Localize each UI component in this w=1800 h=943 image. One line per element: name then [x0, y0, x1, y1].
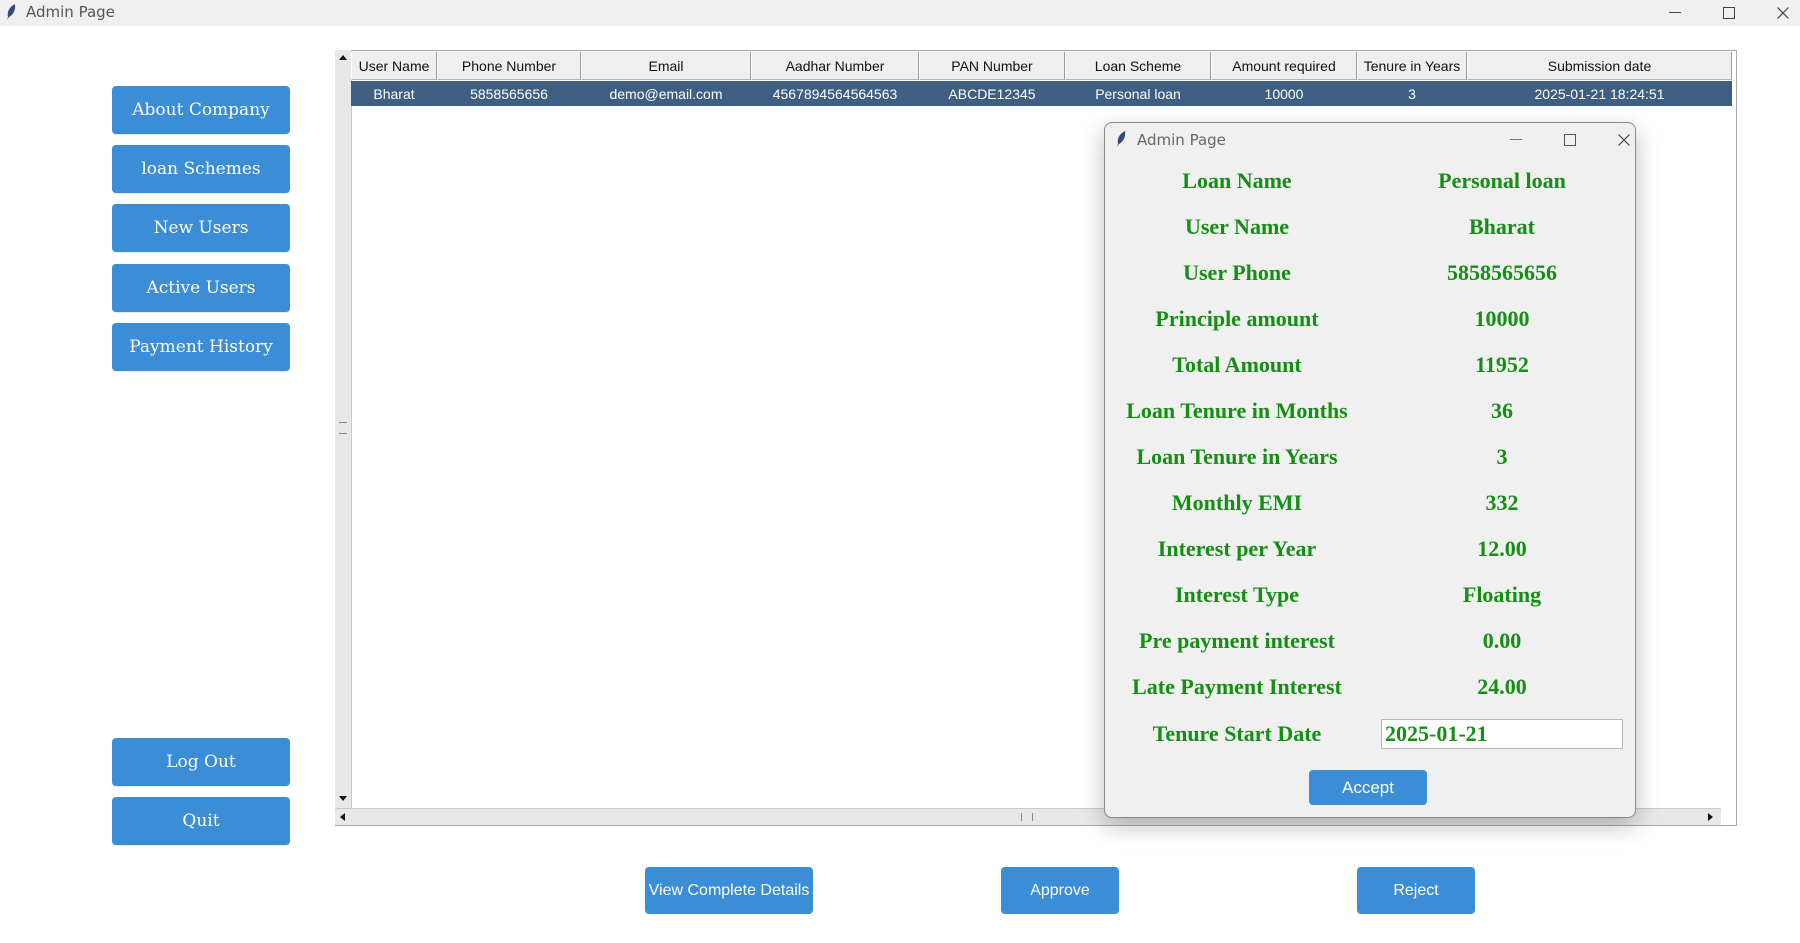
detail-row-tenure-months: Loan Tenure in Months 36 — [1105, 391, 1635, 431]
close-button[interactable] — [1758, 0, 1800, 26]
column-header[interactable]: Email — [581, 52, 751, 80]
detail-label: Total Amount — [1172, 352, 1302, 377]
scroll-left-icon[interactable] — [335, 809, 351, 825]
detail-label: Late Payment Interest — [1132, 674, 1342, 699]
table-cell: ABCDE12345 — [948, 85, 1036, 102]
detail-label: Pre payment interest — [1139, 628, 1335, 653]
table-cell: 3 — [1408, 85, 1416, 102]
maximize-button[interactable] — [1704, 0, 1754, 26]
dialog-title: Admin Page — [1137, 131, 1226, 149]
detail-label: Principle amount — [1155, 306, 1319, 331]
maximize-icon — [1723, 7, 1735, 19]
detail-value: 5858565656 — [1447, 260, 1557, 285]
reject-button[interactable]: Reject — [1357, 867, 1475, 914]
minimize-icon — [1510, 139, 1522, 140]
logout-button[interactable]: Log Out — [112, 738, 290, 786]
table-cell: Personal loan — [1095, 85, 1181, 102]
table-cell: 2025-01-21 18:24:51 — [1534, 85, 1665, 102]
scroll-up-icon[interactable] — [335, 50, 351, 66]
detail-value: Floating — [1462, 582, 1542, 607]
column-header[interactable]: Loan Scheme — [1065, 52, 1211, 80]
detail-value: Bharat — [1469, 214, 1535, 239]
detail-row-user-name: User Name Bharat — [1105, 207, 1635, 247]
approve-button[interactable]: Approve — [1001, 867, 1119, 914]
detail-value: 3 — [1496, 444, 1508, 469]
detail-value: 0.00 — [1482, 628, 1522, 653]
column-header[interactable]: Amount required — [1211, 52, 1357, 80]
accept-button[interactable]: Accept — [1309, 770, 1427, 805]
detail-label: Interest per Year — [1157, 536, 1317, 561]
table-header: User Name Phone Number Email Aadhar Numb… — [351, 52, 1732, 80]
close-icon — [1777, 7, 1789, 19]
sidebar-item-new-users[interactable]: New Users — [112, 204, 290, 252]
scroll-grip[interactable] — [339, 422, 347, 434]
scroll-right-icon[interactable] — [1704, 809, 1720, 825]
minimize-button[interactable] — [1650, 0, 1700, 26]
sidebar-item-loan-schemes[interactable]: loan Schemes — [112, 145, 290, 193]
dialog-close-button[interactable] — [1604, 127, 1644, 153]
table-cell: 4567894564564563 — [772, 85, 898, 102]
column-header[interactable]: Submission date — [1467, 52, 1732, 80]
dialog-maximize-button[interactable] — [1550, 127, 1590, 153]
detail-row-late-payment-interest: Late Payment Interest 24.00 — [1105, 667, 1635, 707]
detail-label: Loan Name — [1182, 168, 1292, 193]
sidebar-item-about-company[interactable]: About Company — [112, 86, 290, 134]
detail-row-monthly-emi: Monthly EMI 332 — [1105, 483, 1635, 523]
quit-button[interactable]: Quit — [112, 797, 290, 845]
detail-label: Interest Type — [1174, 582, 1300, 607]
tenure-start-date-label: Tenure Start Date — [1152, 721, 1322, 746]
minimize-icon — [1669, 12, 1681, 13]
view-complete-details-button[interactable]: View Complete Details — [645, 867, 813, 914]
detail-row-user-phone: User Phone 5858565656 — [1105, 253, 1635, 293]
detail-value: 11952 — [1475, 352, 1529, 377]
scroll-grip[interactable] — [1021, 813, 1033, 821]
sidebar-item-payment-history[interactable]: Payment History — [112, 323, 290, 371]
detail-label: Loan Tenure in Years — [1136, 444, 1338, 469]
detail-value: 332 — [1485, 490, 1519, 515]
detail-label: Monthly EMI — [1171, 490, 1303, 515]
sidebar-item-active-users[interactable]: Active Users — [112, 264, 290, 312]
column-header[interactable]: PAN Number — [919, 52, 1065, 80]
vertical-scrollbar[interactable] — [335, 50, 352, 808]
table-cell: demo@email.com — [609, 85, 723, 102]
detail-row-interest-per-year: Interest per Year 12.00 — [1105, 529, 1635, 569]
detail-value: 12.00 — [1477, 536, 1527, 561]
detail-row-loan-name: Loan Name Personal loan — [1105, 161, 1635, 201]
table-row[interactable]: Bharat 5858565656 demo@email.com 4567894… — [351, 81, 1732, 106]
feather-icon — [5, 3, 17, 25]
scroll-down-icon[interactable] — [335, 792, 351, 808]
table-cell: 10000 — [1264, 85, 1304, 102]
maximize-icon — [1564, 134, 1576, 146]
table-cell: Bharat — [373, 85, 415, 102]
detail-row-prepayment-interest: Pre payment interest 0.00 — [1105, 621, 1635, 661]
detail-label: Loan Tenure in Months — [1126, 398, 1348, 423]
detail-value: 24.00 — [1477, 674, 1527, 699]
dialog-minimize-button[interactable] — [1496, 127, 1536, 153]
dialog-title-bar: Admin Page — [1105, 123, 1635, 157]
detail-value: 10000 — [1474, 306, 1530, 331]
detail-value: Personal loan — [1438, 168, 1566, 193]
window-title: Admin Page — [26, 3, 115, 21]
detail-value: 36 — [1491, 398, 1513, 423]
title-bar: Admin Page — [0, 0, 1800, 26]
detail-row-tenure-years: Loan Tenure in Years 3 — [1105, 437, 1635, 477]
detail-row-total-amount: Total Amount 11952 — [1105, 345, 1635, 385]
feather-icon — [1115, 130, 1127, 152]
column-header[interactable]: User Name — [351, 52, 437, 80]
table-cell: 5858565656 — [470, 85, 548, 102]
column-header[interactable]: Aadhar Number — [751, 52, 919, 80]
column-header[interactable]: Tenure in Years — [1357, 52, 1467, 80]
detail-row-interest-type: Interest Type Floating — [1105, 575, 1635, 615]
column-header[interactable]: Phone Number — [437, 52, 581, 80]
detail-label: User Name — [1184, 214, 1290, 239]
loan-details-dialog: Admin Page Loan Name Personal loan User … — [1104, 122, 1636, 818]
close-icon — [1618, 134, 1630, 146]
detail-label: User Phone — [1183, 260, 1291, 285]
tenure-start-date-input[interactable]: 2025-01-21 — [1381, 719, 1623, 749]
detail-row-principle-amount: Principle amount 10000 — [1105, 299, 1635, 339]
